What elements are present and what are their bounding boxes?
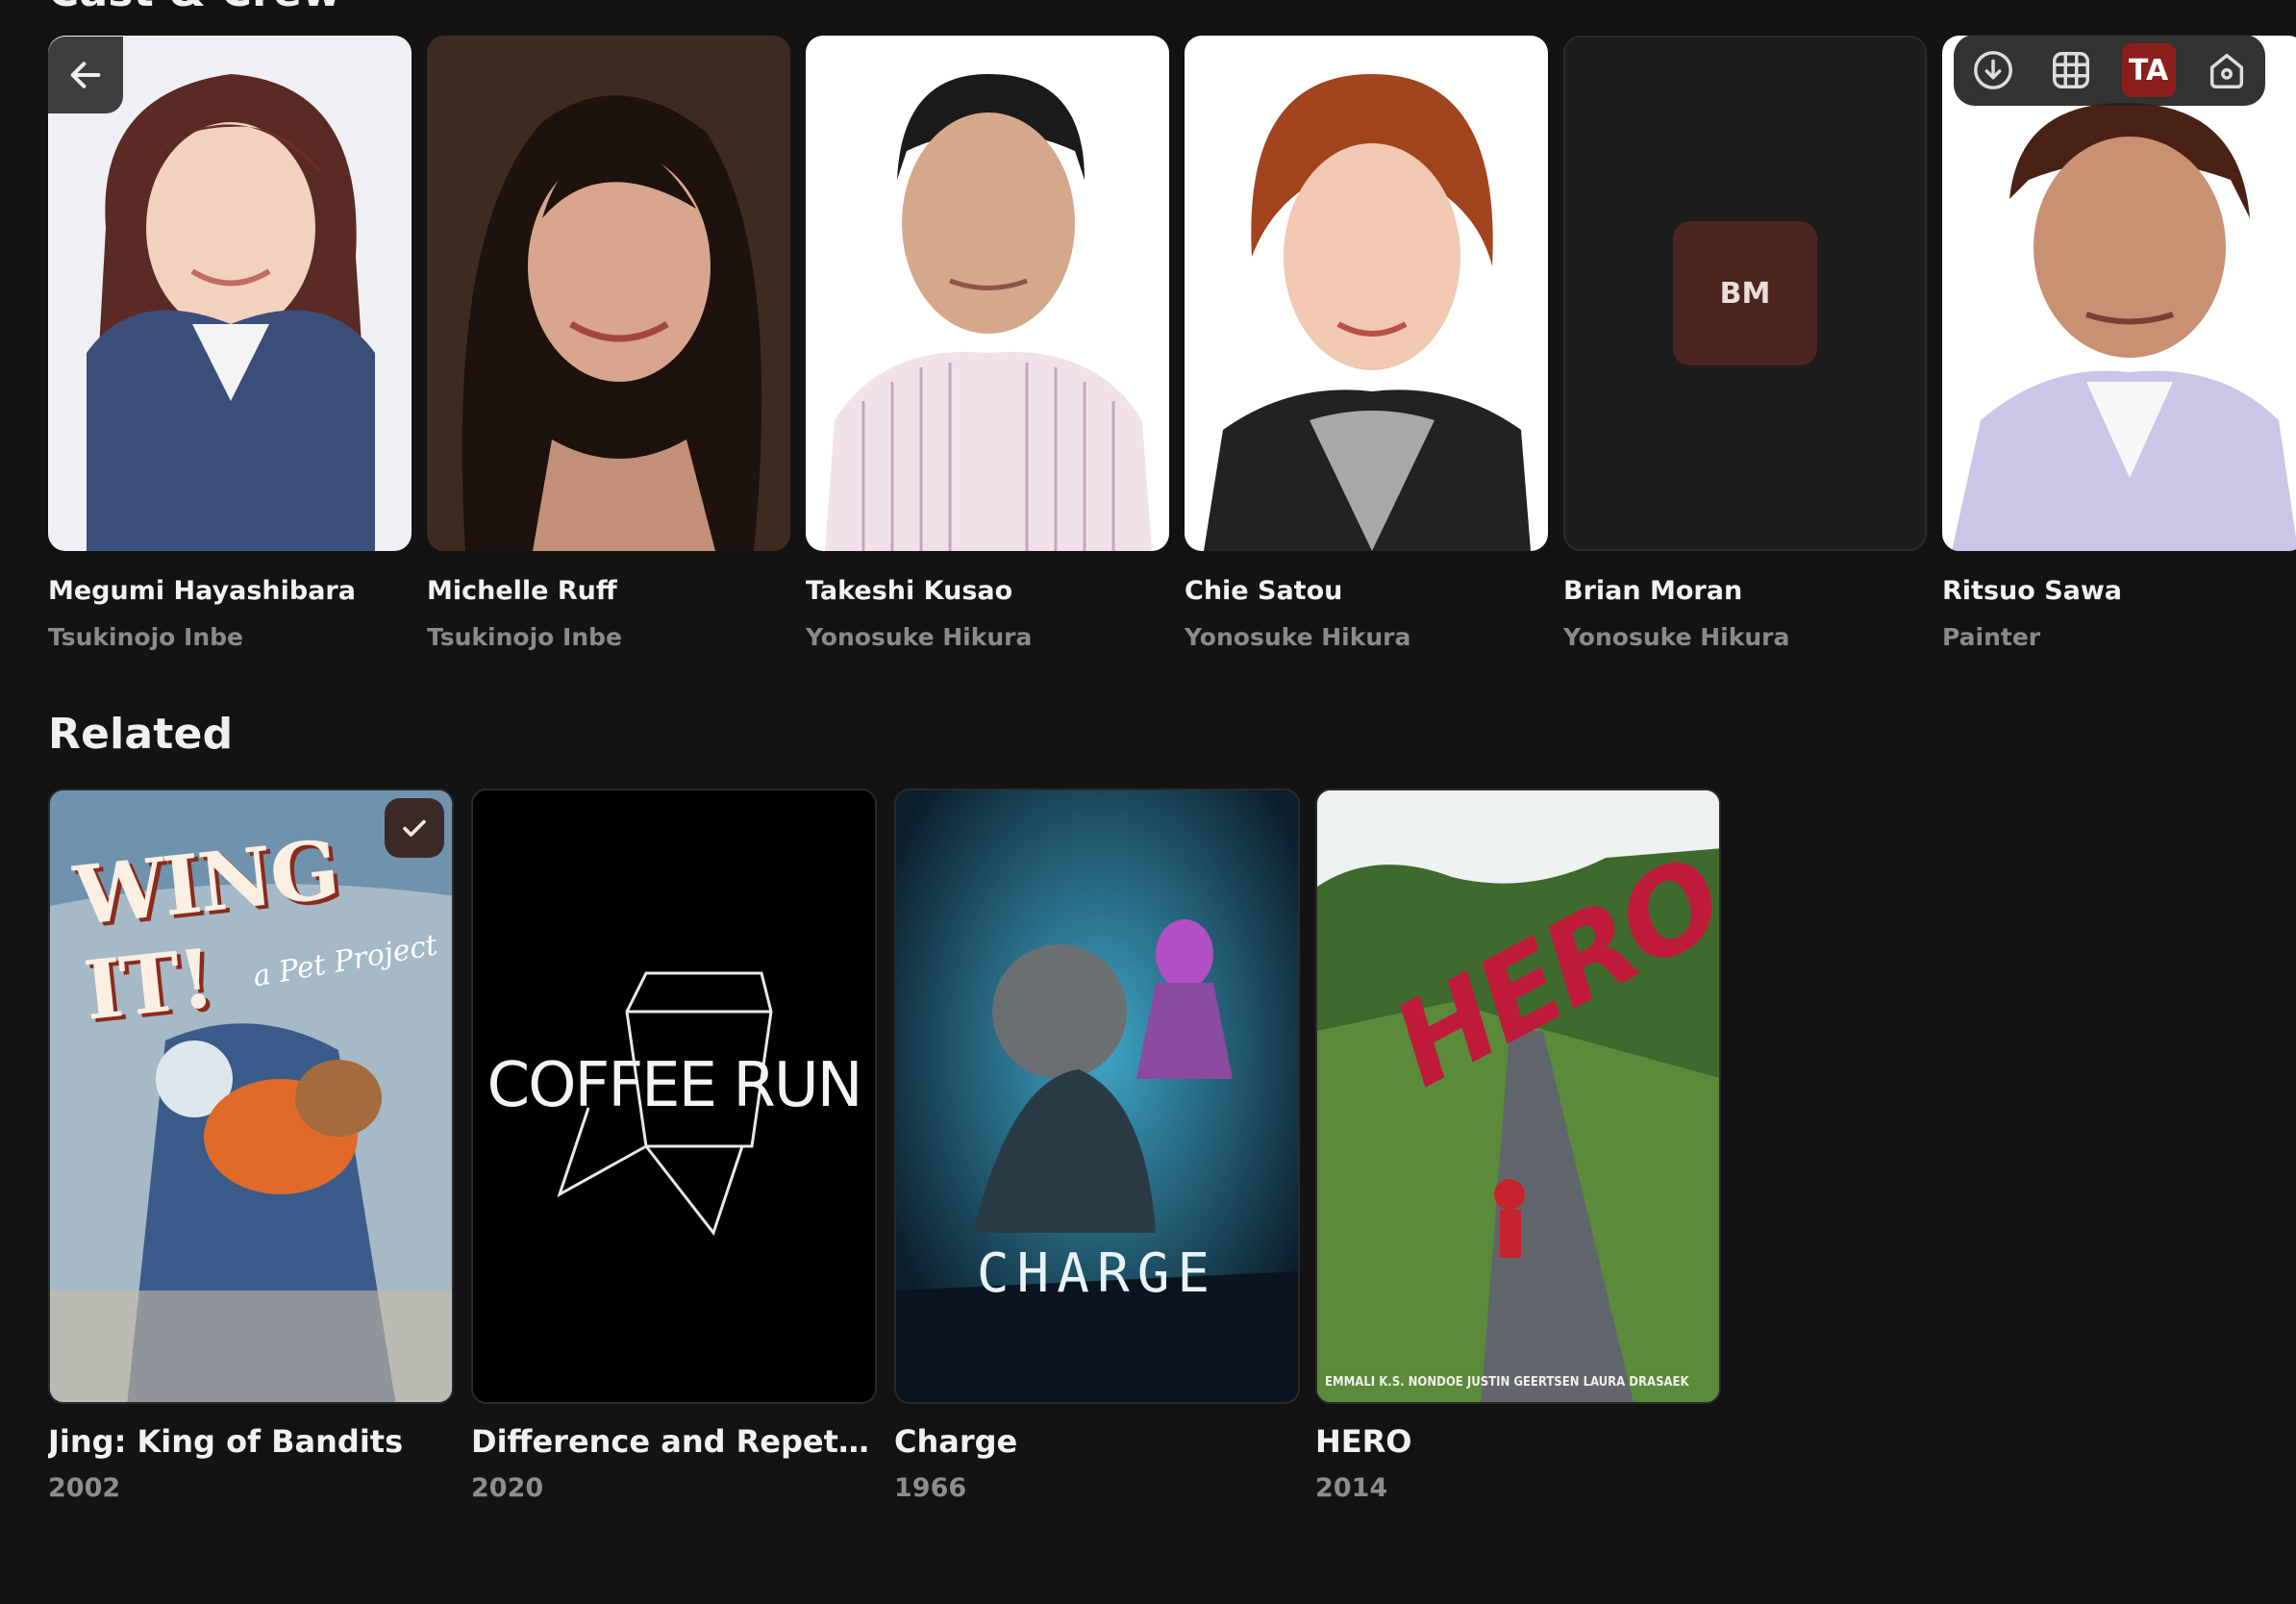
- cast-role: Yonosuke Hikura: [1185, 623, 1411, 651]
- cast-card[interactable]: Chie Satou Yonosuke Hikura: [1185, 36, 1548, 651]
- cast-photo: [1942, 36, 2296, 551]
- grid-button[interactable]: [2044, 43, 2098, 97]
- cast-name: Michelle Ruff: [427, 576, 617, 606]
- back-button[interactable]: [48, 37, 123, 113]
- cast-section-title: Cast & Crew: [48, 0, 341, 16]
- related-row: WING IT! a Pet Project Jing: King of Ban…: [48, 789, 2296, 1503]
- cast-name: Ritsuo Sawa: [1942, 576, 2123, 606]
- poster-title-text: CHARGE: [976, 1242, 1218, 1305]
- cast-card[interactable]: Megumi Hayashibara Tsukinojo Inbe: [48, 36, 412, 651]
- top-toolbar: TA: [1954, 35, 2265, 106]
- related-card[interactable]: WING IT! a Pet Project Jing: King of Ban…: [48, 789, 454, 1503]
- cast-role: Tsukinojo Inbe: [427, 623, 622, 651]
- related-year: 2014: [1315, 1473, 1388, 1503]
- related-card[interactable]: COFFEE RUN Difference and Repetitio... 2…: [471, 789, 877, 1503]
- user-avatar-button[interactable]: TA: [2121, 43, 2176, 97]
- related-title: Difference and Repetitio...: [471, 1423, 877, 1460]
- arrow-left-icon: [70, 62, 101, 88]
- cast-role: Yonosuke Hikura: [1563, 623, 1790, 651]
- related-title: Charge: [894, 1423, 1018, 1460]
- related-year: 2002: [48, 1473, 121, 1503]
- poster: CHARGE: [894, 789, 1300, 1404]
- home-icon: [2209, 53, 2243, 88]
- related-year: 2020: [471, 1473, 544, 1503]
- related-section-title: Related: [48, 710, 234, 759]
- poster: HERO EMMALI K.S. NONDOE JUSTIN GEERTSEN …: [1315, 789, 1721, 1404]
- poster-title-text: COFFEE RUN: [487, 1050, 862, 1121]
- poster: COFFEE RUN: [471, 789, 877, 1404]
- grid-icon: [2052, 52, 2089, 88]
- initials-badge: BM: [1673, 221, 1817, 365]
- cast-photo: [806, 36, 1169, 551]
- cast-card[interactable]: Takeshi Kusao Yonosuke Hikura: [806, 36, 1169, 651]
- cast-card[interactable]: BM Brian Moran Yonosuke Hikura: [1563, 36, 1927, 651]
- cast-name: Chie Satou: [1185, 576, 1343, 606]
- home-button[interactable]: [2200, 43, 2254, 97]
- related-card[interactable]: CHARGE Charge 1966: [894, 789, 1300, 1503]
- watched-badge: [385, 798, 444, 858]
- check-icon: [403, 819, 426, 837]
- download-button[interactable]: [1966, 43, 2020, 97]
- related-card[interactable]: HERO EMMALI K.S. NONDOE JUSTIN GEERTSEN …: [1315, 789, 1721, 1503]
- related-year: 1966: [894, 1473, 967, 1503]
- cast-name: Megumi Hayashibara: [48, 576, 356, 606]
- cast-card[interactable]: Ritsuo Sawa Painter: [1942, 36, 2296, 651]
- poster: WING IT! a Pet Project: [48, 789, 454, 1404]
- cast-name: Takeshi Kusao: [806, 576, 1013, 606]
- related-title: Jing: King of Bandits: [48, 1423, 404, 1460]
- cast-role: Tsukinojo Inbe: [48, 623, 243, 651]
- cast-name: Brian Moran: [1563, 576, 1743, 606]
- cast-role: Painter: [1942, 623, 2041, 651]
- cast-card[interactable]: Michelle Ruff Tsukinojo Inbe: [427, 36, 790, 651]
- cast-row: Megumi Hayashibara Tsukinojo Inbe Michel…: [48, 36, 2296, 651]
- cast-photo-placeholder: BM: [1563, 36, 1927, 551]
- related-title: HERO: [1315, 1423, 1412, 1460]
- cast-photo: [1185, 36, 1548, 551]
- poster-credits-text: EMMALI K.S. NONDOE JUSTIN GEERTSEN LAURA…: [1325, 1375, 1689, 1390]
- cast-photo: [427, 36, 790, 551]
- cast-role: Yonosuke Hikura: [806, 623, 1033, 651]
- download-icon: [1973, 51, 2012, 89]
